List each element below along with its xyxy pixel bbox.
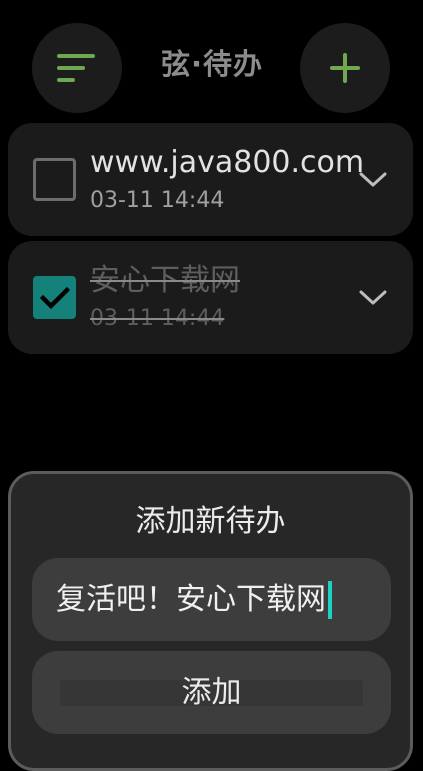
todo-time: 03-11 14:44: [90, 188, 225, 213]
sort-lines-icon: [57, 54, 95, 82]
add-todo-button[interactable]: [300, 23, 390, 113]
expand-button[interactable]: [348, 163, 398, 197]
todo-time: 03-11 14:44: [90, 306, 225, 331]
plus-icon: [330, 53, 360, 83]
todo-input-value[interactable]: 复活吧！安心下载网: [56, 580, 326, 620]
chevron-down-icon: [359, 172, 387, 187]
todo-input-field[interactable]: 复活吧！安心下载网: [32, 558, 391, 641]
add-button[interactable]: 添加: [32, 651, 391, 734]
todo-item[interactable]: 安心下载网 03-11 14:44: [8, 241, 413, 354]
todo-item[interactable]: www.java800.com 03-11 14:44: [8, 123, 413, 236]
menu-button[interactable]: [32, 23, 122, 113]
todo-checkbox[interactable]: [33, 158, 76, 201]
todo-checkbox[interactable]: [33, 276, 76, 319]
add-button-label: 添加: [181, 675, 242, 710]
check-icon: [39, 286, 70, 309]
expand-button[interactable]: [348, 281, 398, 315]
chevron-down-icon: [359, 290, 387, 305]
app-title: 弦·待办: [160, 47, 264, 81]
todo-title: 安心下载网: [90, 263, 240, 298]
add-todo-sheet: 添加新待办 复活吧！安心下载网 添加: [8, 471, 413, 771]
sheet-title: 添加新待办: [135, 504, 286, 539]
text-caret: [328, 580, 332, 619]
todo-title: www.java800.com: [90, 145, 365, 180]
